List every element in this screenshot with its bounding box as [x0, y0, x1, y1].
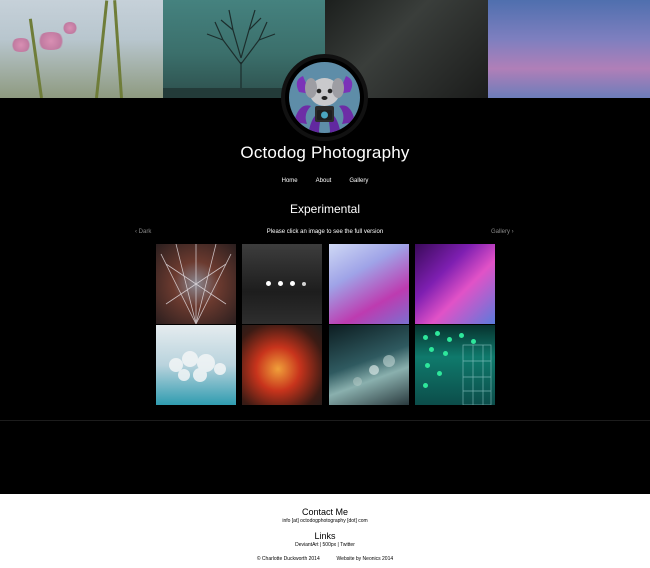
gallery-thumbnail[interactable]: [329, 244, 409, 324]
light-dot: [290, 281, 295, 286]
flower: [36, 32, 66, 50]
gallery-thumbnail[interactable]: [329, 325, 409, 405]
bokeh-dot: [353, 377, 362, 386]
light-dot: [302, 282, 306, 286]
gallery-thumbnail[interactable]: [156, 244, 236, 324]
bokeh-dot: [369, 365, 379, 375]
copyright-line: © Charlotte Duckworth 2014 Website by Ne…: [0, 556, 650, 562]
page: Octodog Photography Home About Gallery E…: [0, 0, 650, 568]
light-dot: [266, 281, 271, 286]
copyright-text: © Charlotte Duckworth 2014: [256, 556, 320, 562]
main-navigation: Home About Gallery: [0, 178, 650, 184]
footer: Contact Me info [at] octodogphotography …: [0, 494, 650, 568]
banner-photo-flowers: [0, 0, 163, 98]
thumbnail-image: [169, 351, 226, 382]
logo-badge: [289, 62, 360, 133]
content-divider: [0, 420, 650, 421]
building-facade: [462, 344, 492, 405]
deviantart-link[interactable]: DeviantArt: [295, 542, 318, 548]
gallery-hint: Please click an image to see the full ve…: [266, 229, 384, 235]
gallery-thumbnail[interactable]: [415, 244, 495, 324]
nav-item-home[interactable]: Home: [282, 178, 298, 184]
flower: [62, 22, 78, 34]
footer-links: DeviantArt | 500px | Twitter: [0, 542, 650, 548]
next-gallery-link[interactable]: Gallery ›: [491, 229, 514, 235]
credit-text: Website by Neonics 2014: [336, 556, 394, 562]
stem: [95, 0, 109, 98]
banner-photo-purple: [487, 0, 650, 98]
gallery-thumbnail[interactable]: [415, 325, 495, 405]
bokeh-dot: [383, 355, 395, 367]
flower: [10, 38, 32, 52]
twitter-link[interactable]: Twitter: [340, 542, 355, 548]
contact-heading: Contact Me: [301, 507, 349, 517]
gallery-thumbnail[interactable]: [242, 244, 322, 324]
500px-link[interactable]: 500px: [323, 542, 337, 548]
gallery-thumbnail[interactable]: [242, 325, 322, 405]
gallery-thumbnail[interactable]: [156, 325, 236, 405]
octodog-mascot-icon: [294, 76, 355, 133]
contact-email: info [at] octodogphotography [dot] com: [282, 518, 368, 524]
nav-item-about[interactable]: About: [316, 178, 332, 184]
thumbnail-image: [160, 244, 232, 324]
stem: [113, 0, 123, 98]
light-dot: [278, 281, 283, 286]
octodog-logo[interactable]: [281, 54, 368, 141]
site-title: Octodog Photography: [240, 143, 410, 162]
nav-item-gallery[interactable]: Gallery: [349, 178, 368, 184]
thumbnail-grid: [156, 244, 496, 405]
links-heading: Links: [314, 531, 336, 541]
page-title: Experimental: [289, 202, 361, 216]
stem: [28, 18, 43, 98]
